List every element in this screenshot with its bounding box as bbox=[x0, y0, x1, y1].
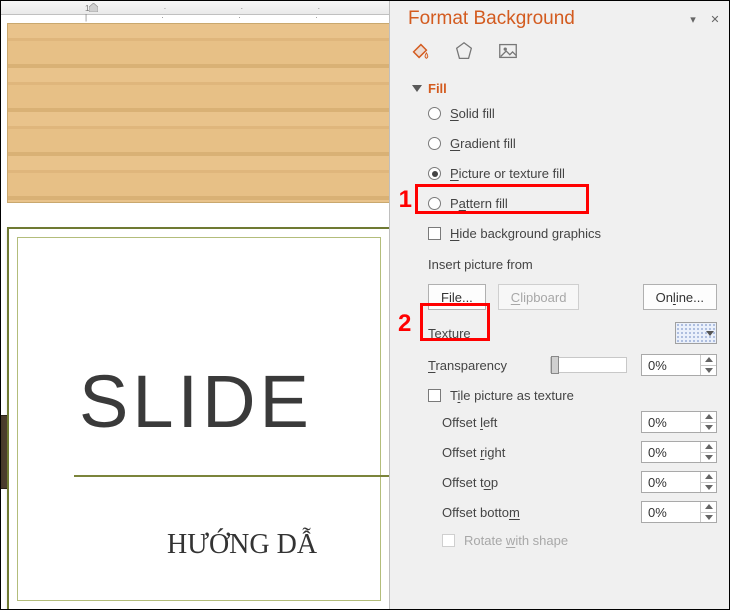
rotate-with-shape-check: Rotate with shape bbox=[442, 533, 568, 548]
offset-left-spinner[interactable] bbox=[641, 411, 717, 433]
horizontal-ruler: 1 · · · | · · · 2 · · · | · · · 3 bbox=[1, 1, 389, 15]
offset-left-label: Offset left bbox=[442, 415, 641, 430]
spin-up[interactable] bbox=[701, 472, 716, 483]
texture-dropdown[interactable] bbox=[675, 322, 717, 344]
tile-label: Tile picture as texture bbox=[450, 388, 574, 403]
fill-section-toggle[interactable]: Fill bbox=[390, 75, 729, 106]
slide-canvas[interactable]: 1 · · · | · · · 2 · · · | · · · 3 SLIDE … bbox=[1, 1, 389, 609]
offset-bottom-value[interactable] bbox=[642, 502, 700, 522]
slide-subtitle[interactable]: HƯỚNG DẪ bbox=[167, 529, 317, 561]
offset-right-value[interactable] bbox=[642, 442, 700, 462]
transparency-spinner[interactable] bbox=[641, 354, 717, 376]
wood-texture-band bbox=[7, 23, 389, 203]
picture-texture-fill-radio[interactable]: Picture or texture fill bbox=[428, 166, 717, 181]
spin-down[interactable] bbox=[701, 423, 716, 433]
hide-bg-graphics-check[interactable]: Hide background graphics bbox=[428, 226, 717, 241]
file-button[interactable]: File... bbox=[428, 284, 486, 310]
slide-title[interactable]: SLIDE bbox=[79, 359, 313, 444]
effects-tab-icon[interactable] bbox=[452, 39, 476, 63]
rotate-label: Rotate with shape bbox=[464, 533, 568, 548]
offset-top-spinner[interactable] bbox=[641, 471, 717, 493]
format-background-pane: Format Background ▾ ✕ Fill Solid fill bbox=[389, 1, 729, 609]
solid-fill-label: Solid fill bbox=[450, 106, 495, 121]
callout-2: 2 bbox=[398, 310, 411, 338]
offset-right-spinner[interactable] bbox=[641, 441, 717, 463]
hide-bg-label: Hide background graphics bbox=[450, 226, 601, 241]
callout-1: 1 bbox=[394, 186, 412, 214]
online-button[interactable]: Online... bbox=[643, 284, 717, 310]
transparency-value[interactable] bbox=[642, 355, 700, 375]
offset-top-value[interactable] bbox=[642, 472, 700, 492]
offset-bottom-spinner[interactable] bbox=[641, 501, 717, 523]
fill-tab-icon[interactable] bbox=[408, 39, 432, 63]
offset-bottom-label: Offset bottom bbox=[442, 505, 641, 520]
indent-marker-icon[interactable] bbox=[89, 3, 98, 12]
transparency-label: Transparency bbox=[428, 358, 540, 373]
clipboard-button: Clipboard bbox=[498, 284, 580, 310]
spin-up[interactable] bbox=[701, 442, 716, 453]
slider-thumb-icon[interactable] bbox=[551, 356, 559, 374]
offset-right-label: Offset right bbox=[442, 445, 641, 460]
spin-down[interactable] bbox=[701, 483, 716, 493]
pane-title: Format Background bbox=[408, 8, 679, 30]
spin-up[interactable] bbox=[701, 502, 716, 513]
spin-up[interactable] bbox=[701, 355, 716, 366]
fill-section-label: Fill bbox=[428, 81, 447, 96]
spin-up[interactable] bbox=[701, 412, 716, 423]
tile-picture-check[interactable]: Tile picture as texture bbox=[428, 388, 574, 403]
texture-label: Texture bbox=[428, 326, 540, 341]
gradient-fill-label: Gradient fill bbox=[450, 136, 516, 151]
picture-tab-icon[interactable] bbox=[496, 39, 520, 63]
offset-top-label: Offset top bbox=[442, 475, 641, 490]
spin-down[interactable] bbox=[701, 453, 716, 463]
spin-down[interactable] bbox=[701, 513, 716, 523]
slide-frame[interactable]: SLIDE HƯỚNG DẪ bbox=[7, 227, 389, 609]
close-icon[interactable]: ✕ bbox=[707, 11, 723, 27]
insert-picture-from-label: Insert picture from bbox=[390, 241, 729, 278]
spin-down[interactable] bbox=[701, 366, 716, 376]
pane-menu-icon[interactable]: ▾ bbox=[685, 11, 701, 27]
pattern-fill-label: Pattern fill bbox=[450, 196, 508, 211]
slide-divider bbox=[74, 475, 389, 477]
solid-fill-radio[interactable]: Solid fill bbox=[428, 106, 717, 121]
chevron-down-icon bbox=[706, 331, 714, 336]
picture-fill-label: Picture or texture fill bbox=[450, 166, 565, 181]
gradient-fill-radio[interactable]: Gradient fill bbox=[428, 136, 717, 151]
transparency-slider[interactable] bbox=[550, 357, 627, 373]
collapse-triangle-icon bbox=[412, 85, 422, 92]
pattern-fill-radio[interactable]: Pattern fill bbox=[428, 196, 717, 211]
offset-left-value[interactable] bbox=[642, 412, 700, 432]
